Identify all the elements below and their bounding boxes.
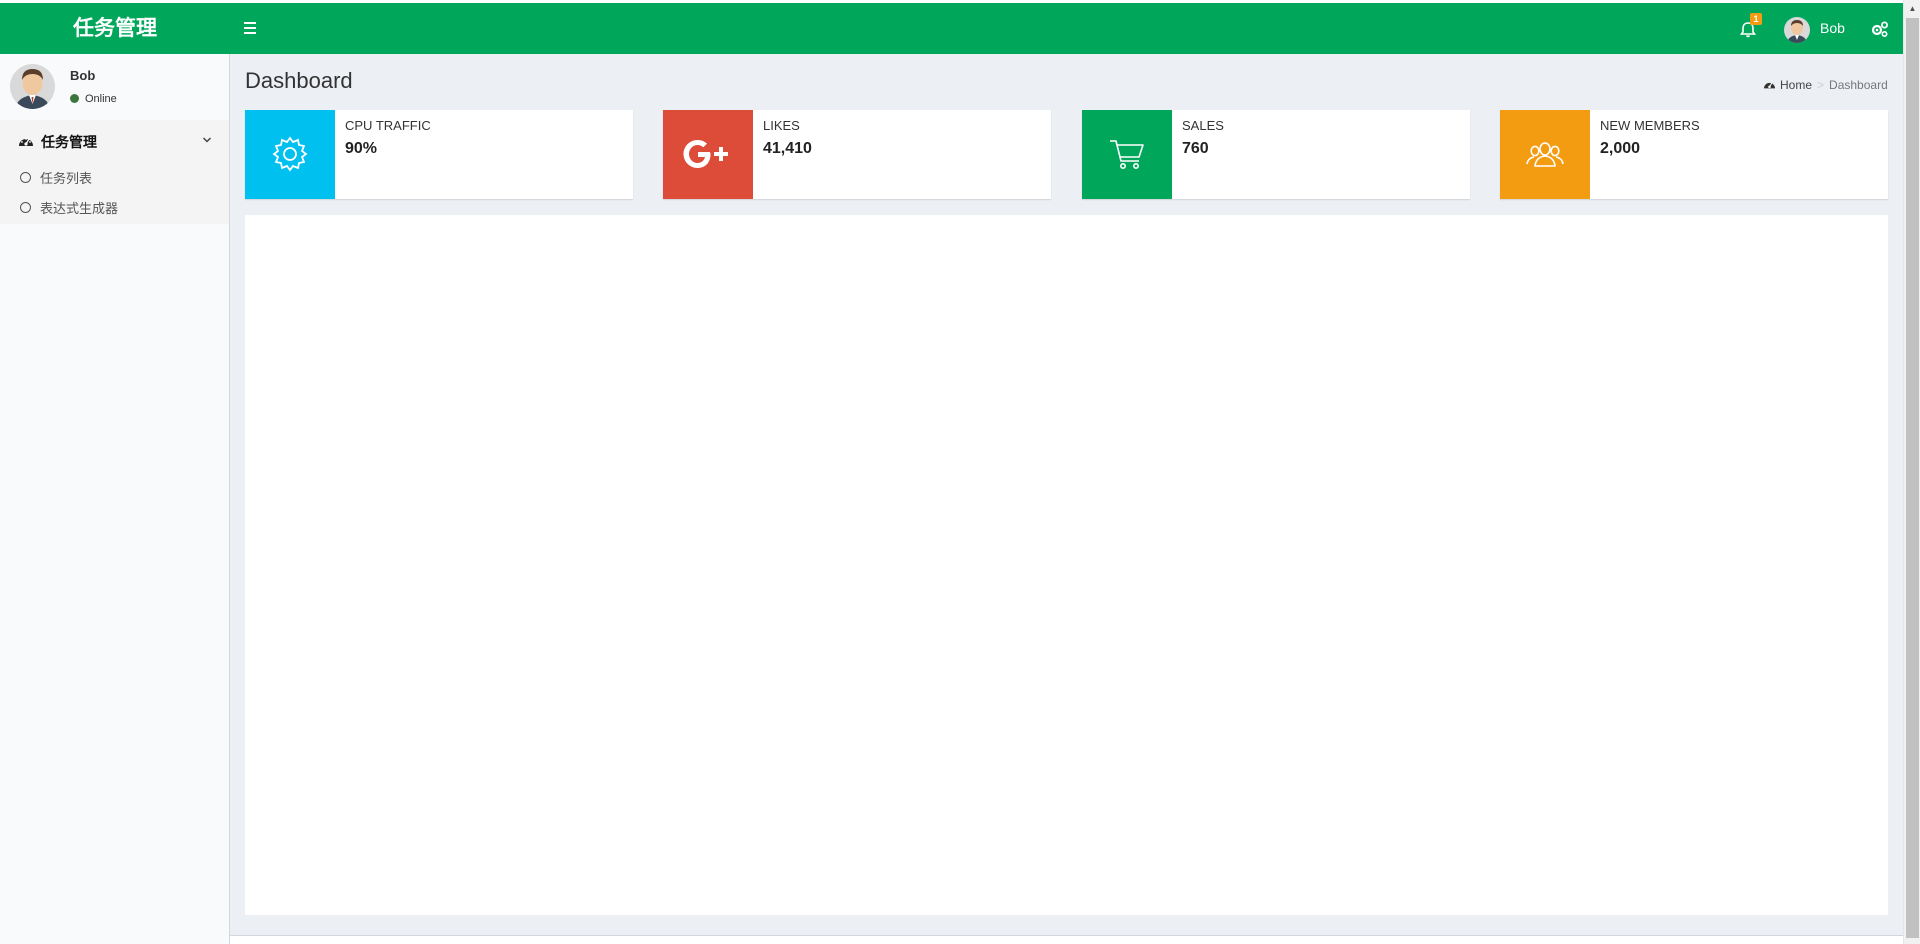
info-box-label: NEW MEMBERS — [1600, 118, 1700, 133]
control-sidebar-gears-icon[interactable] — [1870, 19, 1890, 39]
sidebar-username: Bob — [70, 68, 96, 83]
notification-badge: 1 — [1750, 13, 1762, 25]
info-box-label: SALES — [1182, 118, 1224, 133]
chevron-down-icon — [202, 137, 212, 143]
breadcrumb-separator: > — [1817, 78, 1825, 92]
info-box-label: LIKES — [763, 118, 800, 133]
info-box-value: 41,410 — [763, 140, 812, 157]
circle-icon — [20, 172, 31, 183]
sidebar-toggle-button[interactable] — [240, 19, 260, 39]
main-content-box — [245, 215, 1888, 915]
status-text: Online — [85, 93, 117, 105]
info-box-likes: LIKES 41,410 — [663, 110, 1051, 199]
footer — [230, 936, 1903, 944]
dashboard-icon — [1764, 82, 1775, 89]
header-avatar[interactable] — [1784, 17, 1810, 43]
sidebar-item-expression-generator[interactable]: 表达式生成器 — [0, 192, 229, 222]
info-box-new-members: NEW MEMBERS 2,000 — [1500, 110, 1888, 199]
vertical-scrollbar[interactable]: ▲ — [1903, 0, 1920, 944]
google-plus-icon — [663, 110, 753, 199]
info-box-value: 2,000 — [1600, 140, 1641, 157]
page-title: Dashboard — [245, 68, 353, 93]
scroll-up-arrow-icon[interactable]: ▲ — [1904, 0, 1920, 17]
sidebar-menu-task-management[interactable]: 任务管理 — [0, 120, 229, 162]
sidebar-menu-label: 任务管理 — [41, 135, 97, 151]
main-header: 任务管理 1 Bob — [0, 3, 1903, 54]
sidebar-item-label: 任务列表 — [40, 172, 93, 187]
app-logo[interactable]: 任务管理 — [0, 3, 230, 54]
user-status: Online — [70, 93, 117, 105]
info-box-value: 760 — [1182, 140, 1209, 157]
info-box-value: 90% — [345, 140, 378, 157]
sidebar-item-label: 表达式生成器 — [40, 202, 119, 217]
circle-icon — [20, 202, 31, 213]
sidebar-avatar — [10, 64, 55, 109]
online-status-icon — [70, 94, 79, 103]
sidebar: Bob Online 任务管理 任务列表 表达式生成器 — [0, 54, 230, 944]
sidebar-user-panel: Bob Online — [0, 54, 229, 120]
scroll-thumb[interactable] — [1906, 18, 1919, 938]
sidebar-item-task-list[interactable]: 任务列表 — [0, 162, 229, 192]
header-username[interactable]: Bob — [1820, 20, 1845, 36]
info-box-sales: SALES 760 — [1082, 110, 1470, 199]
info-box-cpu-traffic: CPU TRAFFIC 90% — [245, 110, 633, 199]
users-icon — [1500, 110, 1590, 199]
breadcrumb-current: Dashboard — [1829, 78, 1888, 92]
info-box-label: CPU TRAFFIC — [345, 118, 431, 133]
breadcrumb: Home > Dashboard — [1763, 78, 1888, 92]
dashboard-icon — [19, 138, 33, 146]
cart-icon — [1082, 110, 1172, 199]
gear-icon — [245, 110, 335, 199]
sidebar-submenu: 任务列表 表达式生成器 — [0, 162, 229, 224]
breadcrumb-home-link[interactable]: Home — [1780, 78, 1812, 92]
